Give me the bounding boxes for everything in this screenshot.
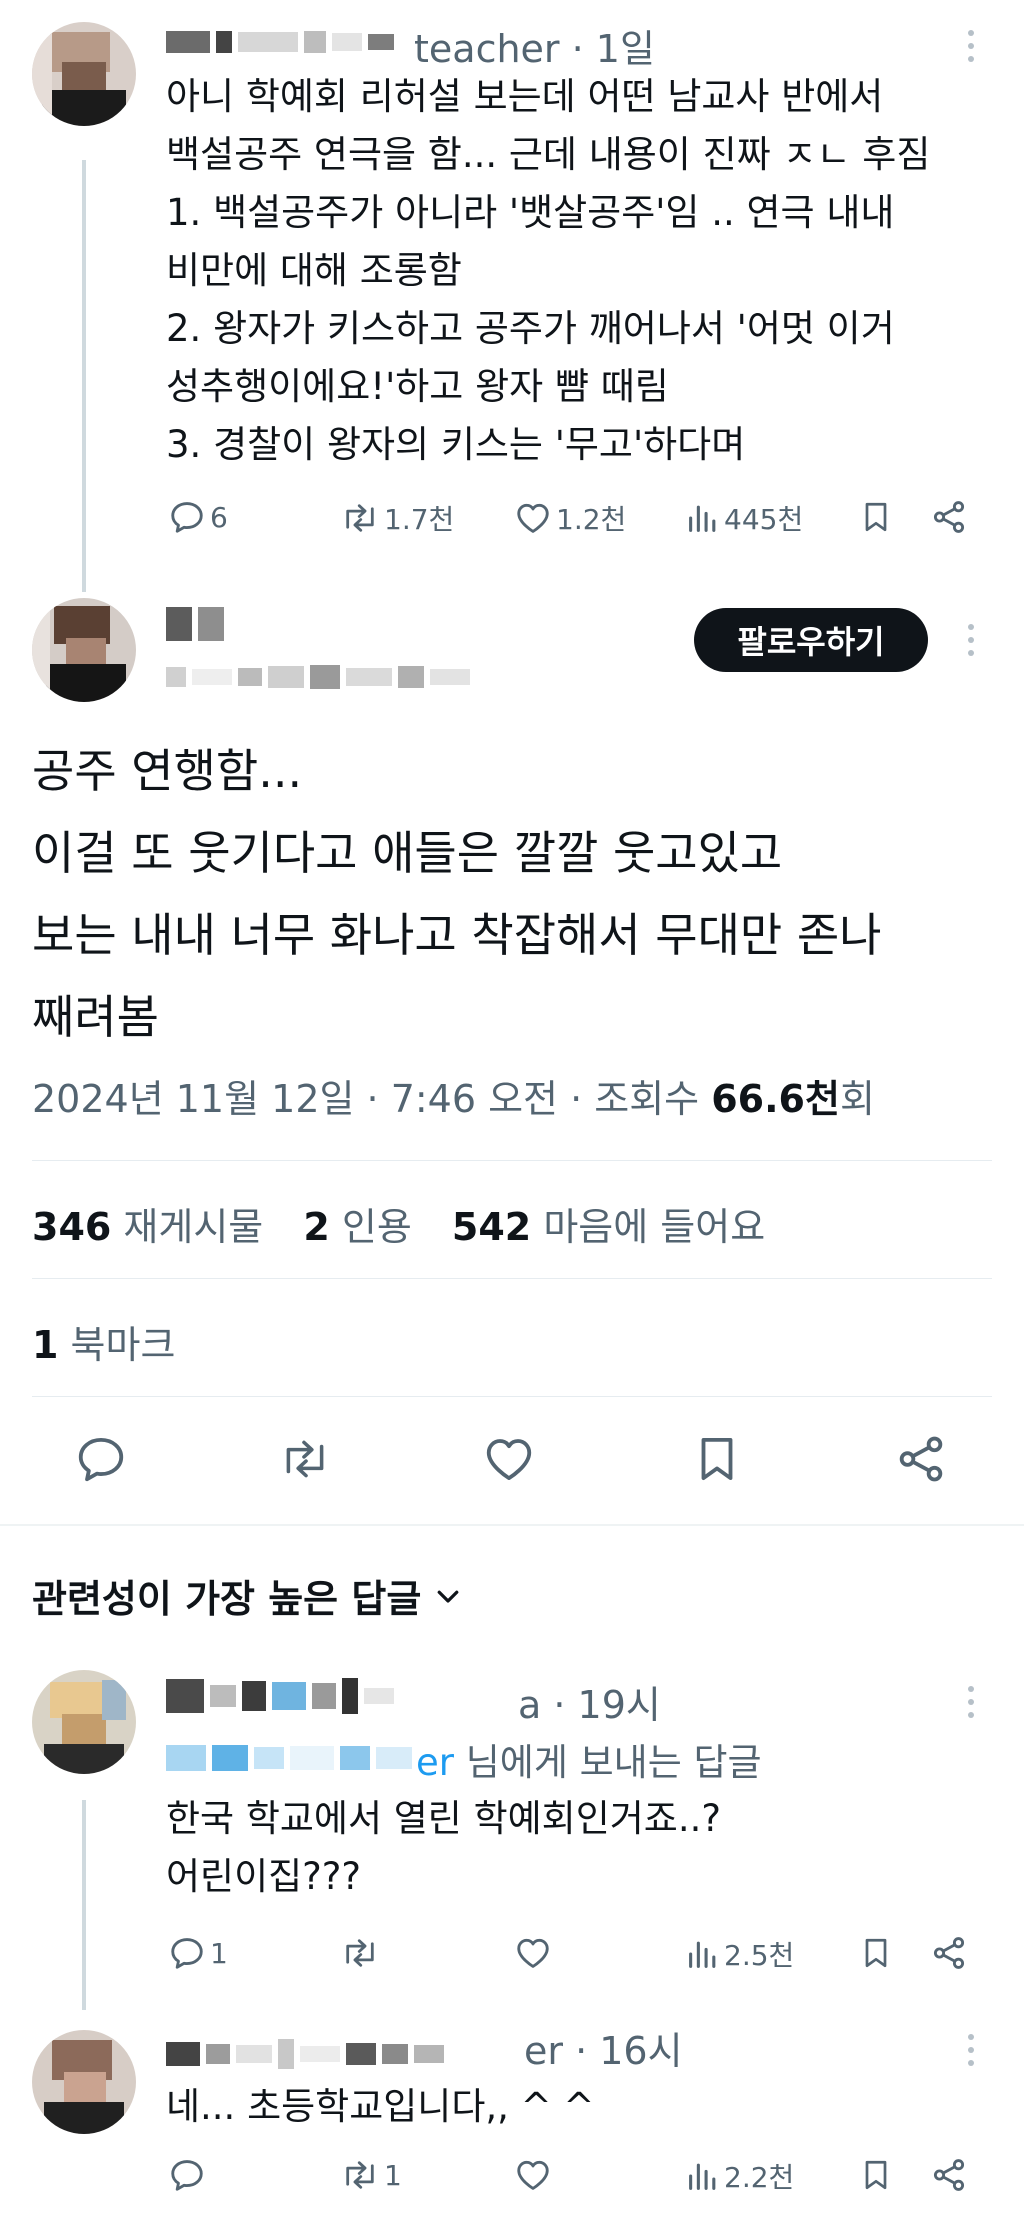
reply-button[interactable]: 1 (168, 1934, 228, 1972)
views-icon (689, 505, 716, 532)
display-name-blurred[interactable] (166, 1676, 394, 1716)
views-count: 2.5천 (724, 1939, 795, 1972)
share-button[interactable] (930, 498, 968, 536)
bookmark-icon (865, 502, 887, 532)
like-button[interactable] (514, 1934, 556, 1972)
like-button[interactable]: 1.2천 (514, 498, 626, 538)
share-icon (899, 1436, 943, 1482)
bookmark-icon (865, 2160, 887, 2190)
divider (32, 1396, 992, 1397)
reply-icon (171, 2160, 203, 2191)
post-timestamp[interactable]: 2024년 11월 12일 · 7:46 오전 · 조회수 66.6천회 (32, 1068, 875, 1123)
thread-line (82, 1800, 86, 2010)
more-icon[interactable] (956, 1680, 986, 1724)
display-name-blurred[interactable] (166, 2034, 444, 2074)
replies-sort-dropdown[interactable]: 관련성이 가장 높은 답글 (32, 1568, 463, 1623)
repost-icon (286, 1440, 324, 1478)
repost-count: 1 (384, 2158, 402, 2192)
divider (32, 1278, 992, 1279)
bookmark-icon (865, 1938, 887, 1968)
reply-button[interactable]: 6 (168, 498, 228, 536)
post-text: 공주 연행함... 이걸 또 웃기다고 애들은 깔깔 웃고있고 보는 내내 너무… (32, 744, 882, 1044)
bookmarks-stat[interactable]: 1 북마크 (32, 1314, 175, 1369)
share-button[interactable] (930, 2156, 968, 2194)
repost-button[interactable] (340, 1934, 384, 1972)
bookmark-button[interactable] (858, 2156, 894, 2194)
divider (32, 1160, 992, 1161)
reply-to-handle-blurred[interactable] (166, 1740, 412, 1776)
avatar[interactable] (32, 22, 136, 126)
reply-button[interactable] (74, 1432, 128, 1486)
reply-text: 네... 초등학교입니다,, ^ ^ (166, 2085, 595, 2128)
reply-to-label: er 님에게 보내는 답글 (416, 1741, 762, 1784)
repost-button[interactable]: 1 (340, 2156, 402, 2194)
views-count: 445천 (724, 503, 804, 536)
display-name-blurred[interactable] (166, 24, 394, 60)
thread-line (82, 160, 86, 592)
avatar[interactable] (32, 1670, 136, 1774)
more-icon[interactable] (956, 618, 986, 662)
views-icon (689, 2163, 716, 2190)
engagement-stats: 346 재게시물 2 인용 542 마음에 들어요 (32, 1196, 793, 1251)
handle-and-time: teacher · 1일 (414, 27, 655, 71)
bookmark-icon (701, 1437, 733, 1481)
replies-sort-label: 관련성이 가장 높은 답글 (32, 1577, 422, 1621)
reply-icon (78, 1437, 124, 1482)
view-count: 66.6천 (711, 1077, 840, 1121)
share-icon (933, 2159, 965, 2191)
share-icon (933, 501, 965, 533)
reply-text: 한국 학교에서 열린 학예회인거죠..? 어린이집??? (166, 1797, 722, 1898)
follow-button[interactable]: 팔로우하기 (694, 608, 928, 672)
like-button[interactable] (482, 1432, 536, 1486)
share-button[interactable] (894, 1432, 948, 1486)
views-icon (689, 1941, 716, 1968)
reposts-stat[interactable]: 346 재게시물 (32, 1205, 263, 1249)
handle-blurred[interactable] (166, 660, 470, 694)
share-icon (933, 1937, 965, 1969)
reply-icon (171, 502, 203, 533)
likes-stat[interactable]: 542 마음에 들어요 (452, 1205, 765, 1249)
repost-icon (346, 2161, 374, 2189)
more-icon[interactable] (956, 24, 986, 68)
reply-count: 6 (210, 500, 228, 534)
chevron-down-icon (437, 1590, 459, 1603)
avatar[interactable] (32, 598, 136, 702)
reply-count: 1 (210, 1936, 228, 1970)
like-button[interactable] (514, 2156, 556, 2194)
bookmark-button[interactable] (858, 498, 894, 536)
views-button[interactable]: 445천 (686, 498, 803, 538)
reply-icon (171, 1938, 203, 1969)
reply-to-handle[interactable]: er (416, 1741, 454, 1784)
quotes-stat[interactable]: 2 인용 (303, 1205, 411, 1249)
like-icon (517, 503, 549, 533)
views-count: 2.2천 (724, 2161, 795, 2194)
views-button[interactable]: 2.5천 (686, 1934, 794, 1974)
reply-button[interactable] (168, 2156, 210, 2194)
handle-and-time: a · 19시 (518, 1683, 661, 1727)
repost-button[interactable]: 1.7천 (340, 498, 454, 538)
post-text: 아니 학예회 리허설 보는데 어떤 남교사 반에서 백설공주 연극을 함... … (166, 75, 931, 466)
more-icon[interactable] (956, 2028, 986, 2072)
share-button[interactable] (930, 1934, 968, 1972)
like-icon (517, 2160, 549, 2190)
like-icon (517, 1938, 549, 1968)
repost-icon (346, 1939, 374, 1967)
repost-count: 1.7천 (384, 503, 455, 536)
bookmark-button[interactable] (690, 1432, 744, 1486)
repost-icon (346, 504, 374, 532)
like-icon (486, 1439, 532, 1481)
views-button[interactable]: 2.2천 (686, 2156, 794, 2196)
repost-button[interactable] (278, 1432, 332, 1486)
handle-and-time: er · 16시 (524, 2029, 683, 2073)
display-name-blurred[interactable] (166, 604, 224, 644)
divider (0, 1524, 1024, 1526)
like-count: 1.2천 (556, 503, 627, 536)
bookmark-button[interactable] (858, 1934, 894, 1972)
avatar[interactable] (32, 2030, 136, 2134)
